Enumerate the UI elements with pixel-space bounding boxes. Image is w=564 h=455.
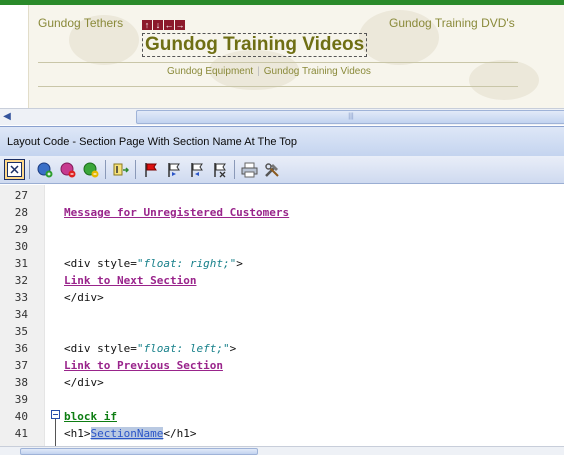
div-close-tag: </div> bbox=[64, 291, 104, 304]
line-number: 38 bbox=[14, 376, 28, 389]
placeholder-link-next-section[interactable]: Link to Next Section bbox=[64, 272, 196, 289]
preview-horizontal-scrollbar[interactable]: ◀ ||| bbox=[0, 108, 564, 125]
div-float-right-tag: <div style="float: right;"> bbox=[64, 257, 243, 270]
previous-bookmark-icon[interactable] bbox=[186, 159, 207, 180]
h1-section-name: <h1>SectionName</h1> bbox=[64, 427, 197, 440]
page-preview: Gundog Tethers Gundog Training DVD's ↑ ↓… bbox=[0, 0, 564, 108]
move-up-icon[interactable]: ↑ bbox=[142, 20, 152, 30]
preview-breadcrumb: Gundog Equipment | Gundog Training Videos bbox=[167, 66, 371, 77]
scrollbar-thumb[interactable]: ||| bbox=[136, 110, 564, 124]
line-number: 33 bbox=[14, 291, 28, 304]
move-right-icon[interactable]: → bbox=[175, 20, 185, 30]
scroll-left-icon[interactable]: ◀ bbox=[0, 109, 14, 125]
move-down-icon[interactable]: ↓ bbox=[153, 20, 163, 30]
clear-bookmarks-icon[interactable] bbox=[209, 159, 230, 180]
preview-section-title[interactable]: Gundog Training Videos bbox=[142, 33, 368, 57]
set-bookmark-icon[interactable] bbox=[140, 159, 161, 180]
remove-circle-icon[interactable] bbox=[57, 159, 78, 180]
line-number: 34 bbox=[14, 308, 28, 321]
line-number: 31 bbox=[14, 257, 28, 270]
code-editor[interactable]: 27 28 Message for Unregistered Customers… bbox=[0, 185, 564, 446]
breadcrumb-link-equipment[interactable]: Gundog Equipment bbox=[167, 66, 253, 77]
tools-icon[interactable] bbox=[262, 159, 283, 180]
fold-guide bbox=[55, 419, 56, 446]
preview-link-gundog-tethers[interactable]: Gundog Tethers bbox=[38, 16, 123, 30]
line-number: 40 bbox=[14, 410, 28, 423]
placeholder-section-name[interactable]: SectionName bbox=[90, 427, 164, 440]
collapse-block-icon[interactable] bbox=[51, 410, 60, 419]
line-number: 37 bbox=[14, 359, 28, 372]
element-move-controls: ↑ ↓ ← → bbox=[142, 20, 185, 31]
line-number: 27 bbox=[14, 189, 28, 202]
preview-divider bbox=[38, 62, 518, 63]
line-number: 35 bbox=[14, 325, 28, 338]
move-left-icon[interactable]: ← bbox=[164, 20, 174, 30]
line-number: 41 bbox=[14, 427, 28, 440]
line-number: 29 bbox=[14, 223, 28, 236]
line-number: 28 bbox=[14, 206, 28, 219]
div-float-left-tag: <div style="float: left;"> bbox=[64, 342, 237, 355]
placeholder-link-previous-section[interactable]: Link to Previous Section bbox=[64, 357, 223, 374]
line-number: 30 bbox=[14, 240, 28, 253]
add-circle-icon[interactable] bbox=[34, 159, 55, 180]
next-bookmark-icon[interactable] bbox=[163, 159, 184, 180]
breadcrumb-link-videos[interactable]: Gundog Training Videos bbox=[264, 66, 371, 77]
refresh-circle-icon[interactable] bbox=[80, 159, 101, 180]
line-number: 39 bbox=[14, 393, 28, 406]
preview-link-dvds[interactable]: Gundog Training DVD's bbox=[389, 16, 515, 30]
panel-title: Layout Code - Section Page With Section … bbox=[0, 126, 564, 156]
div-close-tag: </div> bbox=[64, 376, 104, 389]
print-icon[interactable] bbox=[239, 159, 260, 180]
code-toolbar bbox=[0, 156, 564, 184]
preview-divider bbox=[38, 86, 518, 87]
insert-text-icon[interactable] bbox=[110, 159, 131, 180]
block-if-keyword[interactable]: block if bbox=[64, 408, 117, 425]
line-number: 36 bbox=[14, 342, 28, 355]
design-view-icon[interactable] bbox=[4, 159, 25, 180]
line-number: 32 bbox=[14, 274, 28, 287]
placeholder-unregistered-message[interactable]: Message for Unregistered Customers bbox=[64, 204, 289, 221]
